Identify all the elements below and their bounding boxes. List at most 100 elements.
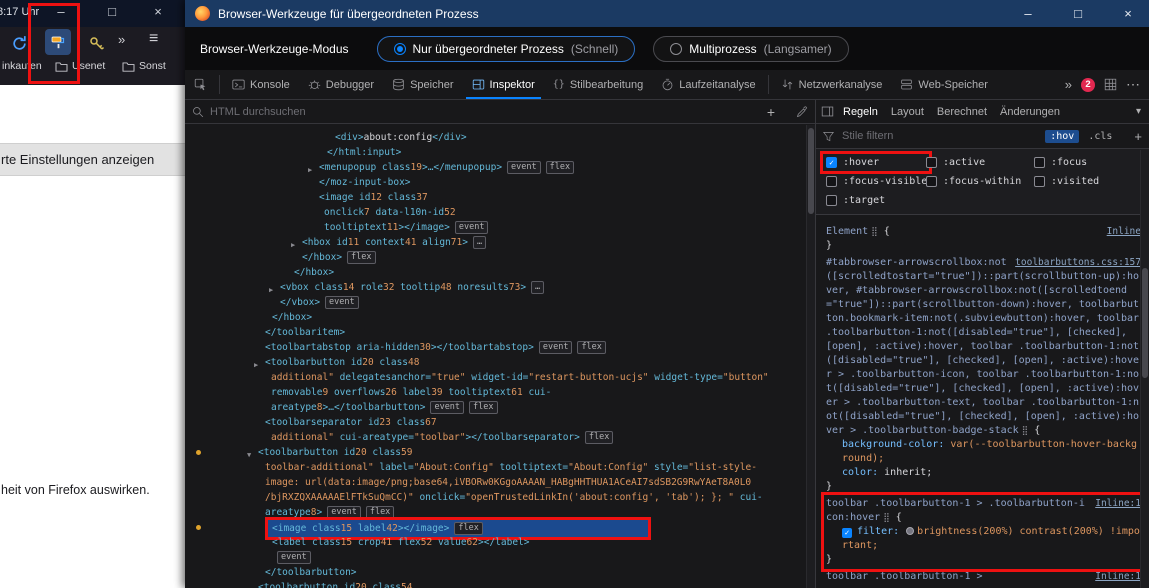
- highlighter-toggle-icon[interactable]: ⣿: [883, 513, 890, 523]
- markup-line[interactable]: ▶<toolbarbutton id20 class54: [185, 580, 815, 588]
- rule-source-link[interactable]: Inline:1: [1095, 497, 1141, 511]
- pseudo-focus-within[interactable]: :focus-within: [926, 176, 1034, 187]
- badge-event[interactable]: event: [455, 221, 489, 234]
- pseudo-target[interactable]: :target: [826, 195, 926, 206]
- badge-flex[interactable]: flex: [585, 431, 613, 444]
- tab-speicher[interactable]: Speicher: [383, 70, 462, 99]
- overflow-pill[interactable]: …: [531, 281, 544, 294]
- rule-source-link[interactable]: Inline: [1107, 225, 1141, 239]
- bookmark-folder-sonst[interactable]: Sonst: [122, 60, 166, 72]
- pseudo-focus[interactable]: :focus: [1034, 157, 1139, 168]
- pseudo-active[interactable]: :active: [926, 157, 1034, 168]
- checkbox-unchecked-icon[interactable]: [926, 157, 937, 168]
- property-name[interactable]: background-color:: [842, 439, 950, 450]
- maximize-icon[interactable]: □: [1057, 0, 1099, 27]
- markup-line[interactable]: onclick7 data-l10n-id52: [185, 205, 815, 220]
- markup-line[interactable]: <toolbarseparator id23 class67: [185, 415, 815, 430]
- tab-stilbearbeitung[interactable]: {}Stilbearbeitung: [544, 70, 652, 99]
- markup-line[interactable]: toolbar-additional" label="About:Config"…: [185, 460, 815, 475]
- badge-event[interactable]: event: [325, 296, 359, 309]
- password-key-icon[interactable]: [84, 31, 110, 57]
- badge-event[interactable]: event: [277, 551, 311, 564]
- tab-netzwerkanalyse[interactable]: Netzwerkanalyse: [772, 70, 892, 99]
- maximize-icon[interactable]: □: [101, 4, 123, 19]
- eyedropper-icon[interactable]: [796, 106, 808, 118]
- markup-line[interactable]: </html:input>: [185, 145, 815, 160]
- markup-search-input[interactable]: HTML durchsuchen: [210, 106, 761, 118]
- checkbox-checked-icon[interactable]: ✓: [826, 157, 837, 168]
- style-filter-input[interactable]: Stile filtern: [842, 130, 1039, 142]
- checkbox-unchecked-icon[interactable]: [1034, 157, 1045, 168]
- scrollbar-thumb[interactable]: [808, 128, 814, 214]
- mode-option-multiprocess[interactable]: Multiprozess (Langsamer): [653, 36, 848, 62]
- filter-swatch-icon[interactable]: [906, 527, 914, 535]
- meatball-menu-icon[interactable]: ⋯: [1126, 76, 1140, 93]
- overflow-chevron-icon[interactable]: »: [118, 32, 125, 47]
- markup-line[interactable]: ▶<vbox class14 role32 tooltip48 noresult…: [185, 280, 815, 295]
- markup-line[interactable]: <label class15 crop41 flex52 value62></l…: [185, 535, 815, 550]
- minimize-icon[interactable]: –: [1007, 0, 1049, 27]
- badge-event[interactable]: event: [539, 341, 573, 354]
- property-value[interactable]: inherit;: [884, 467, 932, 478]
- markup-line[interactable]: <div>about:config</div>: [185, 130, 815, 145]
- pseudo-visited[interactable]: :visited: [1034, 176, 1139, 187]
- markup-line[interactable]: removable9 overflows26 label39 tooltipte…: [185, 385, 815, 400]
- badge-flex[interactable]: flex: [454, 522, 482, 535]
- css-declaration[interactable]: background-color: var(--toolbarbutton-ho…: [826, 438, 1141, 466]
- class-toggle-button[interactable]: .cls: [1085, 130, 1115, 143]
- badge-flex[interactable]: flex: [577, 341, 605, 354]
- mode-option-parent-process[interactable]: Nur übergeordneter Prozess (Schnell): [377, 36, 636, 62]
- markup-line[interactable]: additional" cui-areatype="toolbar"></too…: [185, 430, 815, 445]
- rule-source-link[interactable]: Inline:1: [1095, 570, 1141, 584]
- markup-line[interactable]: areatype8>eventflex: [185, 505, 815, 520]
- property-name[interactable]: color:: [842, 467, 884, 478]
- markup-line[interactable]: </vbox>event: [185, 295, 815, 310]
- badge-event[interactable]: event: [327, 506, 361, 519]
- tab-layout[interactable]: Layout: [885, 103, 930, 121]
- markup-line[interactable]: </toolbaritem>: [185, 325, 815, 340]
- css-declaration[interactable]: ✓filter: brightness(200%) contrast(200%)…: [826, 525, 1141, 553]
- markup-line[interactable]: image: url(data:image/png;base64,iVBORw0…: [185, 475, 815, 490]
- badge-flex[interactable]: flex: [347, 251, 375, 264]
- tab-berechnet[interactable]: Berechnet: [931, 103, 993, 121]
- tab-konsole[interactable]: Konsole: [223, 70, 299, 99]
- checkbox-unchecked-icon[interactable]: [826, 176, 837, 187]
- markup-line[interactable]: areatype8>…</toolbarbutton>eventflex: [185, 400, 815, 415]
- sidebar-toggle-icon[interactable]: [821, 105, 834, 118]
- markup-line[interactable]: ▶<menupopup class19>…</menupopup>eventfl…: [185, 160, 815, 175]
- badge-event[interactable]: event: [507, 161, 541, 174]
- frames-grid-icon[interactable]: [1104, 78, 1117, 91]
- scrollbar-thumb[interactable]: [1142, 268, 1148, 378]
- checkbox-unchecked-icon[interactable]: [826, 195, 837, 206]
- add-node-button[interactable]: +: [767, 104, 775, 120]
- markup-line[interactable]: </moz-input-box>: [185, 175, 815, 190]
- bookmark-folder-usenet[interactable]: Usenet: [55, 60, 105, 72]
- tab-debugger[interactable]: Debugger: [299, 70, 383, 99]
- pseudo-class-toggle-button[interactable]: :hov: [1045, 130, 1079, 143]
- tab-aenderungen[interactable]: Änderungen: [994, 103, 1066, 121]
- close-icon[interactable]: ×: [1107, 0, 1149, 27]
- declaration-checkbox[interactable]: ✓: [842, 528, 852, 538]
- badge-flex[interactable]: flex: [366, 506, 394, 519]
- more-tabs-chevron-icon[interactable]: »: [1065, 77, 1072, 92]
- error-count-badge[interactable]: 2: [1081, 78, 1095, 92]
- markup-line[interactable]: </hbox>flex: [185, 250, 815, 265]
- chevron-down-icon[interactable]: ▾: [1136, 106, 1144, 117]
- markup-line[interactable]: additional" delegatesanchor="true" widge…: [185, 370, 815, 385]
- badge-flex[interactable]: flex: [546, 161, 574, 174]
- tab-laufzeitanalyse[interactable]: Laufzeitanalyse: [652, 70, 764, 99]
- tab-inspektor[interactable]: Inspektor: [463, 70, 544, 99]
- markup-line[interactable]: <toolbartabstop aria-hidden30></toolbart…: [185, 340, 815, 355]
- property-name[interactable]: filter:: [857, 526, 905, 537]
- markup-scrollbar[interactable]: [806, 125, 815, 588]
- markup-line[interactable]: <image class15 label42></image>flex: [185, 520, 815, 535]
- pseudo-hover[interactable]: ✓:hover: [826, 157, 926, 168]
- css-declaration[interactable]: color: inherit;: [826, 466, 1141, 480]
- markup-line[interactable]: ▼<toolbarbutton id20 class59: [185, 445, 815, 460]
- markup-line[interactable]: /bjRXZQXAAAAAElFTkSuQmCC)" onclick="open…: [185, 490, 815, 505]
- close-icon[interactable]: ×: [147, 4, 169, 19]
- aboutconfig-toolbar-button[interactable]: [45, 29, 71, 55]
- highlighter-toggle-icon[interactable]: ⣿: [871, 227, 878, 237]
- markup-line[interactable]: </hbox>: [185, 265, 815, 280]
- bookmark-folder-einkaufen[interactable]: inkaufen: [2, 60, 42, 72]
